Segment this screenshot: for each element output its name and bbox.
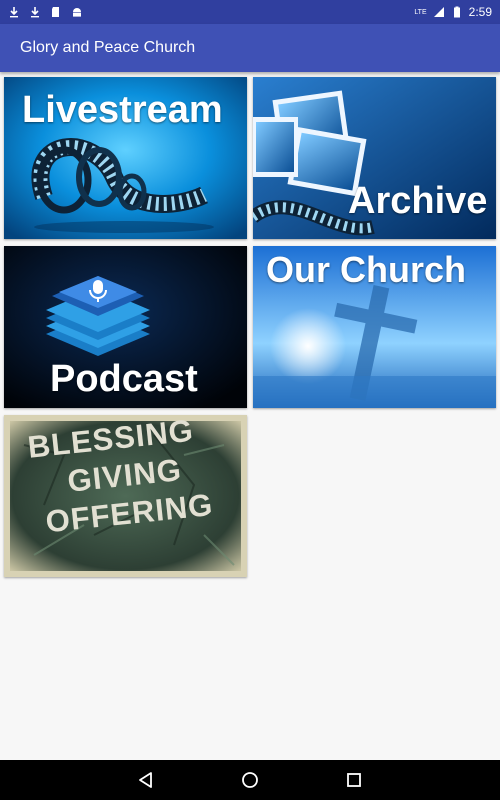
podcast-tile[interactable]: Podcast — [4, 246, 247, 408]
archive-label: Archive — [348, 180, 488, 222]
app-bar: Glory and Peace Church — [0, 24, 500, 72]
podcast-label: Podcast — [50, 358, 198, 400]
recents-button[interactable] — [342, 768, 366, 792]
clock: 2:59 — [468, 5, 492, 19]
download-icon — [10, 7, 18, 18]
menu-grid: Livestream Archive Podcast Our Church BL… — [0, 72, 500, 760]
livestream-label: Livestream — [22, 89, 223, 131]
download-icon — [31, 7, 39, 18]
giving-text: BLESSING GIVING OFFERING — [26, 415, 215, 542]
navigation-bar — [0, 760, 500, 800]
home-button[interactable] — [238, 768, 262, 792]
signal-icon — [433, 7, 444, 17]
sd-card-icon — [52, 7, 59, 17]
back-button[interactable] — [134, 768, 158, 792]
home-icon — [242, 772, 258, 788]
recents-icon — [347, 773, 361, 787]
system-status: LTE 2:59 — [414, 5, 492, 19]
android-icon — [73, 8, 81, 17]
notification-icons — [8, 6, 83, 18]
archive-tile[interactable]: Archive — [253, 77, 496, 239]
app-title: Glory and Peace Church — [20, 39, 196, 56]
status-bar: LTE 2:59 — [0, 0, 500, 24]
network-type: LTE — [414, 8, 427, 16]
giving-tile[interactable]: BLESSING GIVING OFFERING — [4, 415, 247, 577]
livestream-tile[interactable]: Livestream — [4, 77, 247, 239]
back-icon — [139, 772, 152, 788]
battery-icon — [453, 6, 460, 18]
our-church-label: Our Church — [266, 249, 467, 290]
our-church-tile[interactable]: Our Church — [253, 246, 496, 408]
